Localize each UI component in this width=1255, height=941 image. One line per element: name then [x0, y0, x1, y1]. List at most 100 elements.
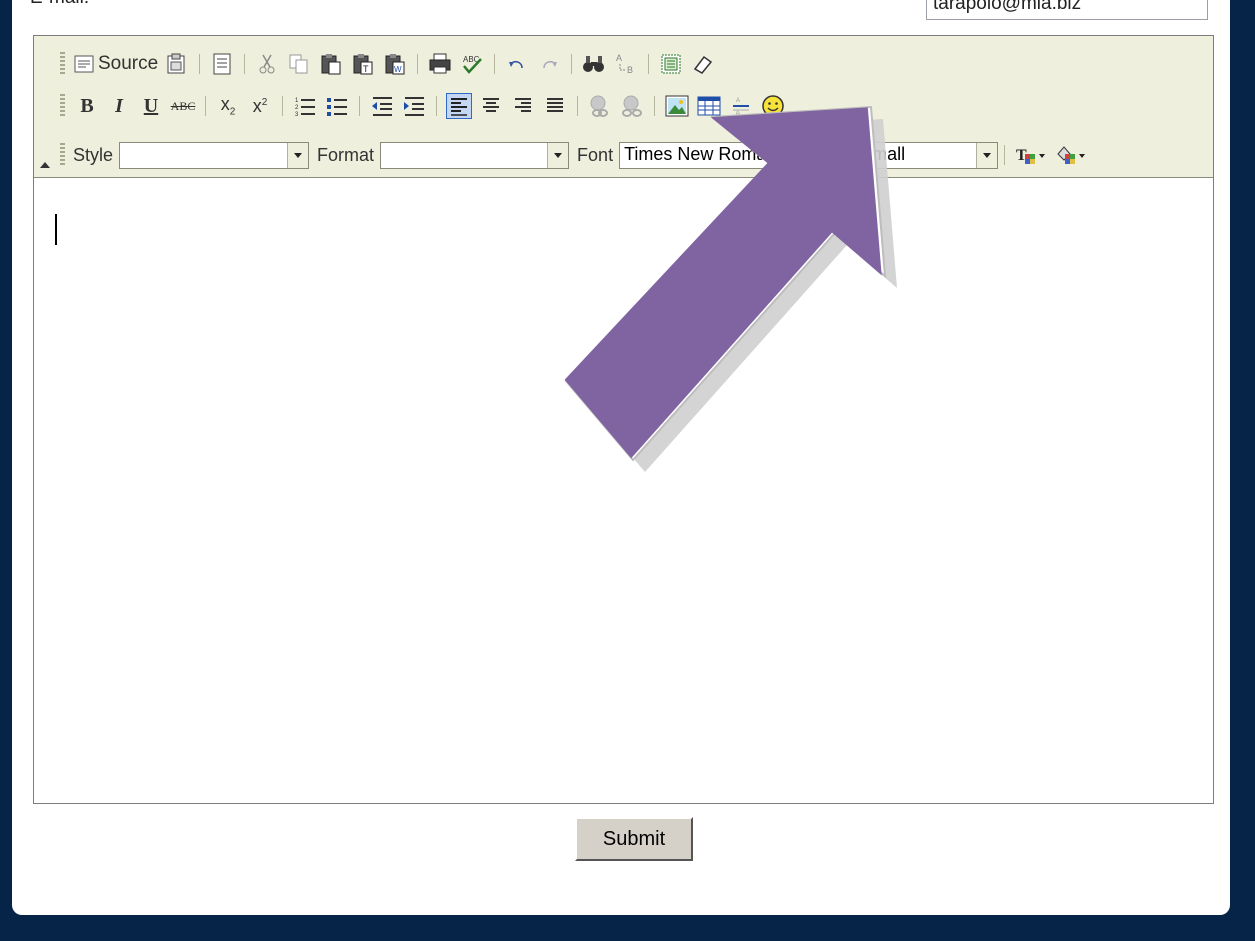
table-button[interactable] [696, 93, 722, 119]
paste-icon [321, 54, 341, 75]
email-field[interactable]: tarapolo@mia.biz [926, 0, 1208, 20]
bulleted-list-button[interactable] [324, 93, 350, 119]
underline-icon: U [143, 94, 159, 117]
strikethrough-button[interactable]: ABC [170, 93, 196, 119]
remove-format-icon [694, 55, 713, 74]
unlink-icon [622, 95, 642, 117]
bold-button[interactable]: B [74, 93, 100, 119]
increase-indent-icon [404, 97, 424, 116]
smiley-button[interactable] [760, 93, 786, 119]
redo-icon [543, 60, 558, 69]
find-button[interactable] [581, 51, 607, 77]
chevron-down-icon [547, 142, 569, 168]
image-icon [665, 95, 689, 117]
spellcheck-button[interactable]: ABC [459, 51, 485, 77]
source-button[interactable]: Source [74, 51, 158, 77]
size-label: Size [817, 144, 853, 165]
email-label: E-mail: [30, 0, 89, 9]
image-button[interactable] [664, 93, 690, 119]
align-center-button[interactable] [478, 93, 504, 119]
decrease-indent-button[interactable] [369, 93, 395, 119]
toolbar-row-3: Style Format Font Times New Roman Size s… [60, 140, 1091, 170]
form-panel: E-mail: tarapolo@mia.biz Source [12, 0, 1230, 915]
table-icon [697, 96, 721, 116]
undo-button[interactable] [504, 51, 530, 77]
chevron-down-icon [976, 142, 998, 168]
text-color-button[interactable]: T [1014, 142, 1048, 168]
subscript-icon: x2 [220, 94, 236, 118]
svg-text:T: T [363, 64, 369, 74]
svg-text:A: A [736, 98, 740, 104]
format-label: Format [317, 144, 375, 165]
justify-icon [547, 98, 563, 112]
cut-button[interactable] [254, 51, 280, 77]
link-icon [590, 95, 608, 117]
toolbar-grip [60, 143, 65, 167]
text-color-icon: T [1016, 147, 1046, 164]
collapse-toolbar-button[interactable] [36, 151, 52, 175]
toolbar-separator [436, 96, 437, 116]
toolbar-separator [1004, 145, 1006, 165]
format-select[interactable] [380, 141, 570, 169]
horizontal-rule-button[interactable]: AB [728, 93, 754, 119]
save-as-template-button[interactable] [164, 51, 190, 77]
background-color-button[interactable] [1054, 142, 1088, 168]
svg-text:2: 2 [295, 105, 299, 111]
toolbar-separator [577, 96, 578, 116]
align-left-button[interactable] [446, 93, 472, 119]
style-select[interactable] [119, 141, 310, 169]
increase-indent-button[interactable] [401, 93, 427, 119]
submit-button[interactable]: Submit [575, 817, 693, 861]
unlink-button[interactable] [619, 93, 645, 119]
font-label: Font [577, 144, 614, 165]
svg-text:B: B [736, 112, 740, 116]
paste-from-word-button[interactable]: W [382, 51, 408, 77]
find-icon [583, 56, 605, 72]
subscript-button[interactable]: x2 [215, 93, 241, 119]
align-right-icon [515, 98, 531, 112]
smiley-icon [762, 95, 784, 117]
toolbar-separator [417, 54, 419, 74]
chevron-down-icon [287, 142, 309, 168]
toolbar-separator [282, 96, 283, 116]
italic-icon: I [115, 94, 123, 117]
svg-text:3: 3 [295, 112, 299, 117]
toolbar-grip [60, 94, 65, 118]
paste-from-word-icon: W [385, 54, 405, 75]
horizontal-rule-icon: AB [733, 98, 749, 116]
font-select[interactable]: Times New Roman [619, 141, 810, 169]
editor-toolbar: Source T W ABC A B B I U ABC x2 x2 1 2 3… [34, 36, 1213, 178]
print-button[interactable] [427, 51, 453, 77]
remove-format-button[interactable] [690, 51, 716, 77]
select-all-button[interactable] [658, 51, 684, 77]
new-page-icon [213, 53, 231, 75]
paste-text-button[interactable]: T [350, 51, 376, 77]
paste-button[interactable] [318, 51, 344, 77]
toolbar-row-1: Source T W ABC A B [60, 49, 719, 79]
select-all-icon [661, 54, 681, 74]
background-color-icon [1057, 146, 1086, 164]
new-page-button[interactable] [209, 51, 235, 77]
link-button[interactable] [587, 93, 613, 119]
email-row: E-mail: tarapolo@mia.biz [12, 0, 1230, 22]
redo-button[interactable] [536, 51, 562, 77]
size-select[interactable]: small [858, 141, 999, 169]
source-icon [74, 55, 94, 73]
bulleted-list-icon [327, 98, 347, 116]
svg-text:A: A [616, 53, 622, 63]
justify-button[interactable] [542, 93, 568, 119]
editor-content-area[interactable] [34, 178, 1213, 803]
cut-icon [259, 54, 275, 74]
numbered-list-button[interactable]: 123 [292, 93, 318, 119]
style-label: Style [73, 144, 114, 165]
svg-text:1: 1 [295, 98, 299, 104]
underline-button[interactable]: U [138, 93, 164, 119]
align-right-button[interactable] [510, 93, 536, 119]
italic-button[interactable]: I [106, 93, 132, 119]
replace-button[interactable]: AB [613, 51, 639, 77]
toolbar-separator [199, 54, 201, 74]
decrease-indent-icon [372, 97, 392, 116]
superscript-button[interactable]: x2 [247, 93, 273, 119]
copy-button[interactable] [286, 51, 312, 77]
toolbar-separator [654, 96, 655, 116]
